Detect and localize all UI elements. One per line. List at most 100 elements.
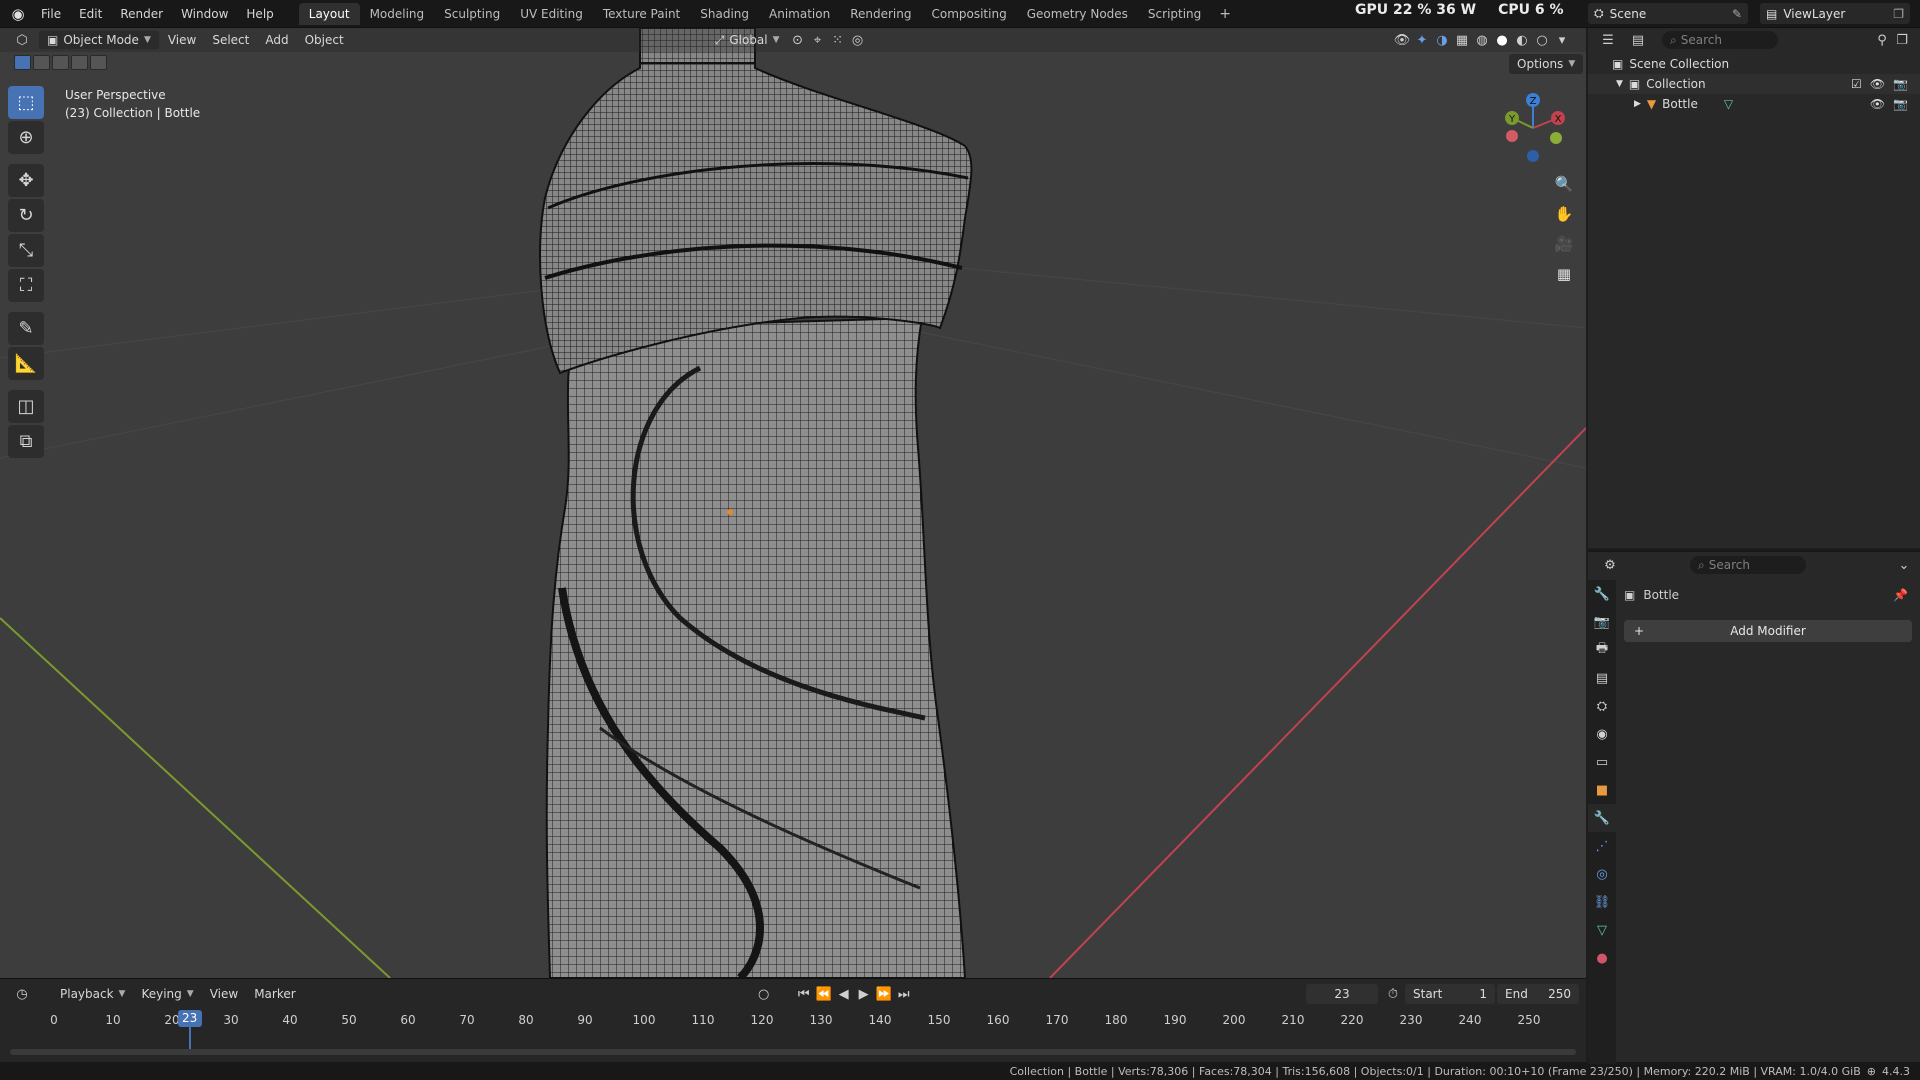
3d-viewport[interactable]: ⬡ ▣ Object Mode ▼ View Select Add Object… xyxy=(0,28,1586,978)
properties-editor-type-icon[interactable]: ⚙ xyxy=(1600,556,1620,574)
eye-icon[interactable]: 👁 xyxy=(1870,77,1885,91)
rotate-tool-icon[interactable]: ↻ xyxy=(8,199,44,232)
menu-keying[interactable]: Keying ▼ xyxy=(133,984,201,1004)
start-frame-field[interactable]: Start 1 xyxy=(1405,984,1495,1004)
outliner-row-scene-collection[interactable]: ▣ Scene Collection xyxy=(1588,54,1920,74)
select-new-icon[interactable] xyxy=(14,55,31,70)
navigation-gizmo[interactable]: Z X Y xyxy=(1498,86,1568,166)
menu-render[interactable]: Render xyxy=(111,3,172,25)
chevron-right-icon[interactable]: ▶ xyxy=(1634,99,1641,109)
gizmo-toggle-icon[interactable]: ✦ xyxy=(1412,31,1432,49)
tab-layout[interactable]: Layout xyxy=(298,2,360,25)
scale-tool-icon[interactable]: ⤡ xyxy=(8,234,44,267)
outliner-row-collection[interactable]: ▼ ▣ Collection ☑ 👁 📷 xyxy=(1588,74,1920,94)
tab-geometry-nodes[interactable]: Geometry Nodes xyxy=(1017,3,1138,25)
view-layer-selector[interactable]: ▤ ViewLayer ❐ xyxy=(1760,3,1910,24)
exclude-checkbox-icon[interactable]: ☑ xyxy=(1851,77,1862,91)
measure-tool-icon[interactable]: 📐 xyxy=(8,347,44,380)
xray-icon[interactable]: ▦ xyxy=(1452,31,1472,49)
filter-icon[interactable]: ⚲ xyxy=(1872,31,1892,49)
camera-view-icon[interactable]: 🎥 xyxy=(1550,230,1578,258)
physics-tab-icon[interactable]: ◎ xyxy=(1588,860,1616,888)
wireframe-shading-icon[interactable]: ◍ xyxy=(1472,31,1492,49)
jump-keyframe-back-icon[interactable]: ⏪ xyxy=(814,985,834,1003)
scene-selector[interactable]: ⛭ Scene ✎ xyxy=(1588,3,1748,24)
scene-tab-icon[interactable]: ⛭ xyxy=(1588,692,1616,720)
move-tool-icon[interactable]: ✥ xyxy=(8,164,44,197)
jump-end-icon[interactable]: ⏭ xyxy=(894,985,914,1003)
select-subtract-icon[interactable] xyxy=(52,55,69,70)
play-icon[interactable]: ▶ xyxy=(854,985,874,1003)
options-dropdown[interactable]: Options ▼ xyxy=(1509,54,1584,74)
tab-uv-editing[interactable]: UV Editing xyxy=(510,3,593,25)
tab-sculpting[interactable]: Sculpting xyxy=(434,3,510,25)
proportional-edit-icon[interactable]: ◎ xyxy=(848,31,868,49)
playhead[interactable]: 23 xyxy=(177,1010,202,1027)
camera-icon[interactable]: 📷 xyxy=(1893,97,1908,111)
play-reverse-icon[interactable]: ◀ xyxy=(834,985,854,1003)
menu-view[interactable]: View xyxy=(160,30,204,50)
timeline-scrollbar[interactable] xyxy=(10,1049,1576,1055)
select-intersect-icon[interactable] xyxy=(90,55,107,70)
tab-modeling[interactable]: Modeling xyxy=(360,3,435,25)
material-tab-icon[interactable]: ● xyxy=(1588,944,1616,972)
select-invert-icon[interactable] xyxy=(71,55,88,70)
select-extend-icon[interactable] xyxy=(33,55,50,70)
render-tab-icon[interactable]: 📷 xyxy=(1588,608,1616,636)
material-shading-icon[interactable]: ◐ xyxy=(1512,31,1532,49)
overlay-toggle-icon[interactable]: ◑ xyxy=(1432,31,1452,49)
pin-icon[interactable]: 📌 xyxy=(1893,588,1908,602)
tab-scripting[interactable]: Scripting xyxy=(1138,3,1211,25)
pivot-point-icon[interactable]: ⊙ xyxy=(788,31,808,49)
auto-keying-icon[interactable]: ○ xyxy=(754,985,774,1003)
current-frame-field[interactable]: 23 xyxy=(1306,984,1378,1004)
pan-hand-icon[interactable]: ✋ xyxy=(1550,200,1578,228)
menu-window[interactable]: Window xyxy=(172,3,237,25)
transform-tool-icon[interactable]: ⛶ xyxy=(8,269,44,302)
clock-icon[interactable]: ⏱ xyxy=(1383,985,1403,1003)
tool-tab-icon[interactable]: 🔧 xyxy=(1588,580,1616,608)
tab-texture-paint[interactable]: Texture Paint xyxy=(593,3,690,25)
zoom-icon[interactable]: 🔍 xyxy=(1550,170,1578,198)
menu-edit[interactable]: Edit xyxy=(70,3,111,25)
menu-select[interactable]: Select xyxy=(204,30,257,50)
menu-timeline-view[interactable]: View xyxy=(202,984,246,1004)
camera-icon[interactable]: 📷 xyxy=(1893,77,1908,91)
collection-tab-icon[interactable]: ▭ xyxy=(1588,748,1616,776)
timeline-editor-type-icon[interactable]: ◷ xyxy=(12,985,32,1003)
viewport-scene[interactable] xyxy=(0,28,1586,978)
menu-add[interactable]: Add xyxy=(257,30,296,50)
outliner-editor-type-icon[interactable]: ☰ xyxy=(1598,31,1618,49)
particles-tab-icon[interactable]: ⋰ xyxy=(1588,832,1616,860)
annotate-tool-icon[interactable]: ✎ xyxy=(8,312,44,345)
menu-marker[interactable]: Marker xyxy=(246,984,303,1004)
bottle-mesh[interactable] xyxy=(539,28,973,978)
tab-animation[interactable]: Animation xyxy=(759,3,840,25)
tab-shading[interactable]: Shading xyxy=(690,3,759,25)
output-tab-icon[interactable]: 🖶 xyxy=(1588,636,1616,664)
transform-orientation-dropdown[interactable]: ⤢ Global ▼ xyxy=(707,30,788,50)
display-mode-icon[interactable]: ▤ xyxy=(1628,31,1648,49)
data-tab-icon[interactable]: ▽ xyxy=(1588,916,1616,944)
menu-object[interactable]: Object xyxy=(297,30,352,50)
chevron-down-icon[interactable]: ▼ xyxy=(1616,79,1623,89)
view-layer-tab-icon[interactable]: ▤ xyxy=(1588,664,1616,692)
mesh-data-icon[interactable]: ▽ xyxy=(1724,97,1733,111)
add-workspace-icon[interactable]: + xyxy=(1211,3,1239,25)
outliner-search-input[interactable]: ⌕ Search xyxy=(1662,31,1778,49)
constraints-tab-icon[interactable]: ⛓ xyxy=(1588,888,1616,916)
world-tab-icon[interactable]: ◉ xyxy=(1588,720,1616,748)
shading-options-icon[interactable]: ▾ xyxy=(1552,31,1572,49)
gizmo-neg-z-axis[interactable] xyxy=(1527,150,1539,162)
object-tab-icon[interactable]: ■ xyxy=(1588,776,1616,804)
end-frame-field[interactable]: End 250 xyxy=(1497,984,1579,1004)
modifier-tab-icon[interactable]: 🔧 xyxy=(1588,804,1616,832)
chevron-down-icon[interactable]: ⌄ xyxy=(1894,556,1914,574)
menu-playback[interactable]: Playback ▼ xyxy=(52,984,133,1004)
cursor-tool-icon[interactable]: ⊕ xyxy=(8,121,44,154)
snap-target-icon[interactable]: ⁙ xyxy=(828,31,848,49)
jump-start-icon[interactable]: ⏮ xyxy=(794,985,814,1003)
pin-icon[interactable]: ✎ xyxy=(1732,7,1742,21)
properties-search-input[interactable]: ⌕ Search xyxy=(1690,556,1806,574)
add-cube-tool-icon[interactable]: ◫ xyxy=(8,390,44,423)
